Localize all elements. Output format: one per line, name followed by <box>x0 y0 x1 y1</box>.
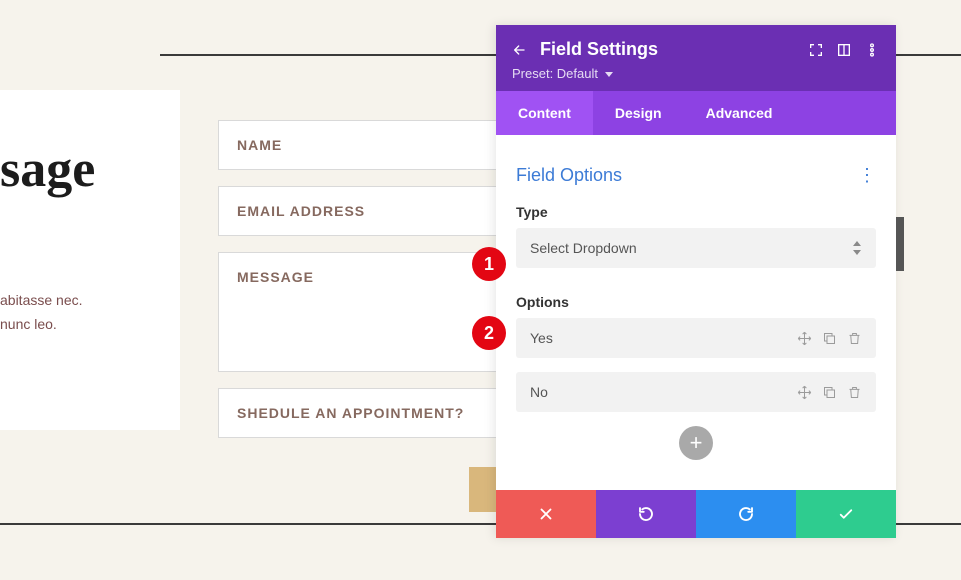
duplicate-icon[interactable] <box>822 331 837 346</box>
option-label: No <box>530 384 797 400</box>
caret-down-icon <box>605 72 613 77</box>
add-option-button[interactable]: + <box>679 426 713 460</box>
panel-title: Field Settings <box>540 39 796 60</box>
para-line-1: abitasse nec. <box>0 292 83 308</box>
tab-advanced[interactable]: Advanced <box>684 91 795 135</box>
page-title: sage <box>0 140 180 199</box>
tab-design[interactable]: Design <box>593 91 684 135</box>
delete-icon[interactable] <box>847 385 862 400</box>
settings-panel: Field Settings Preset: Default Content D… <box>496 25 896 538</box>
move-icon[interactable] <box>797 331 812 346</box>
panel-footer <box>496 490 896 538</box>
panel-tabs: Content Design Advanced <box>496 91 896 135</box>
preset-dropdown[interactable]: Preset: Default <box>512 66 880 81</box>
section-title: Field Options <box>516 165 622 186</box>
tab-content[interactable]: Content <box>496 91 593 135</box>
option-label: Yes <box>530 330 797 346</box>
section-more-icon[interactable]: ⋮ <box>858 165 876 186</box>
option-row[interactable]: Yes <box>516 318 876 358</box>
callout-2: 2 <box>472 316 506 350</box>
redo-button[interactable] <box>696 490 796 538</box>
type-value: Select Dropdown <box>530 240 637 256</box>
back-icon[interactable] <box>512 42 528 58</box>
panel-body: Field Options ⋮ Type Select Dropdown Opt… <box>496 135 896 490</box>
move-icon[interactable] <box>797 385 812 400</box>
left-card: sage abitasse nec. nunc leo. <box>0 90 180 430</box>
duplicate-icon[interactable] <box>822 385 837 400</box>
cancel-button[interactable] <box>496 490 596 538</box>
save-button[interactable] <box>796 490 896 538</box>
expand-icon[interactable] <box>808 42 824 58</box>
delete-icon[interactable] <box>847 331 862 346</box>
more-icon[interactable] <box>864 42 880 58</box>
para-line-2: nunc leo. <box>0 316 57 332</box>
page-paragraph: abitasse nec. nunc leo. <box>0 289 180 337</box>
option-row[interactable]: No <box>516 372 876 412</box>
scrollbar-thumb[interactable] <box>896 217 904 271</box>
columns-icon[interactable] <box>836 42 852 58</box>
callout-1: 1 <box>472 247 506 281</box>
options-label: Options <box>516 294 876 310</box>
panel-header: Field Settings Preset: Default <box>496 25 896 91</box>
type-select[interactable]: Select Dropdown <box>516 228 876 268</box>
select-arrows-icon <box>852 241 862 255</box>
undo-button[interactable] <box>596 490 696 538</box>
type-label: Type <box>516 204 876 220</box>
preset-label: Preset: Default <box>512 66 598 81</box>
